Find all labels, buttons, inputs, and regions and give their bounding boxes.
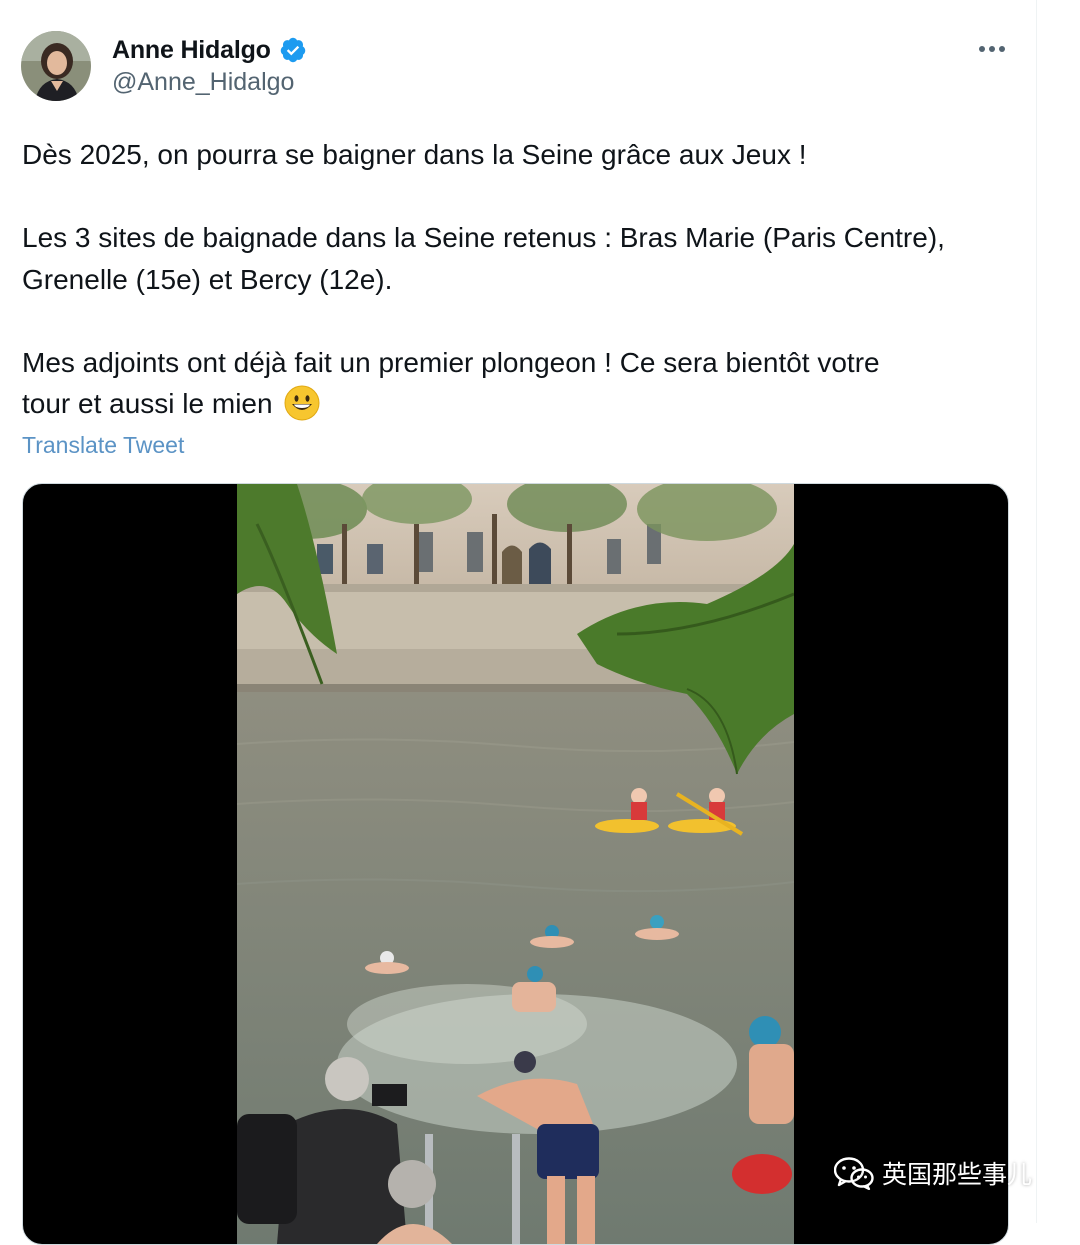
wechat-icon (834, 1157, 874, 1190)
video-frame[interactable] (237, 484, 794, 1244)
avatar[interactable] (21, 31, 91, 101)
translate-tweet-link[interactable]: Translate Tweet (22, 432, 184, 459)
tweet-paragraph: Grenelle (15e) et Bercy (12e). (22, 263, 393, 295)
column-divider (1036, 0, 1037, 1223)
avatar-image (21, 31, 91, 101)
tweet-paragraph-text: tour et aussi le mien (22, 388, 273, 419)
author-name-row: Anne Hidalgo (112, 33, 307, 67)
tweet-paragraph-last: tour et aussi le mien (22, 383, 1012, 425)
watermark-text: 英国那些事儿 (882, 1160, 1033, 1189)
more-horizontal-icon (979, 46, 1005, 52)
tweet-paragraph: Mes adjoints ont déjà fait un premier pl… (22, 346, 880, 378)
watermark: 英国那些事儿 (834, 1152, 1032, 1194)
tweet-paragraph: Les 3 sites de baignade dans la Seine re… (22, 222, 945, 253)
grinning-face-emoji-icon (284, 385, 320, 421)
author-handle[interactable]: @Anne_Hidalgo (112, 68, 294, 97)
verified-badge-icon (280, 37, 305, 63)
more-options-button[interactable] (972, 32, 1012, 66)
tweet-video[interactable] (22, 483, 1009, 1245)
author-display-name[interactable]: Anne Hidalgo (112, 36, 271, 65)
video-still-image (237, 484, 794, 1244)
tweet-card: Anne Hidalgo @Anne_Hidalgo Dès 2025, on … (0, 0, 1036, 1245)
tweet-paragraph: Dès 2025, on pourra se baigner dans la S… (22, 139, 807, 170)
tweet-text: Dès 2025, on pourra se baigner dans la S… (22, 134, 1012, 425)
